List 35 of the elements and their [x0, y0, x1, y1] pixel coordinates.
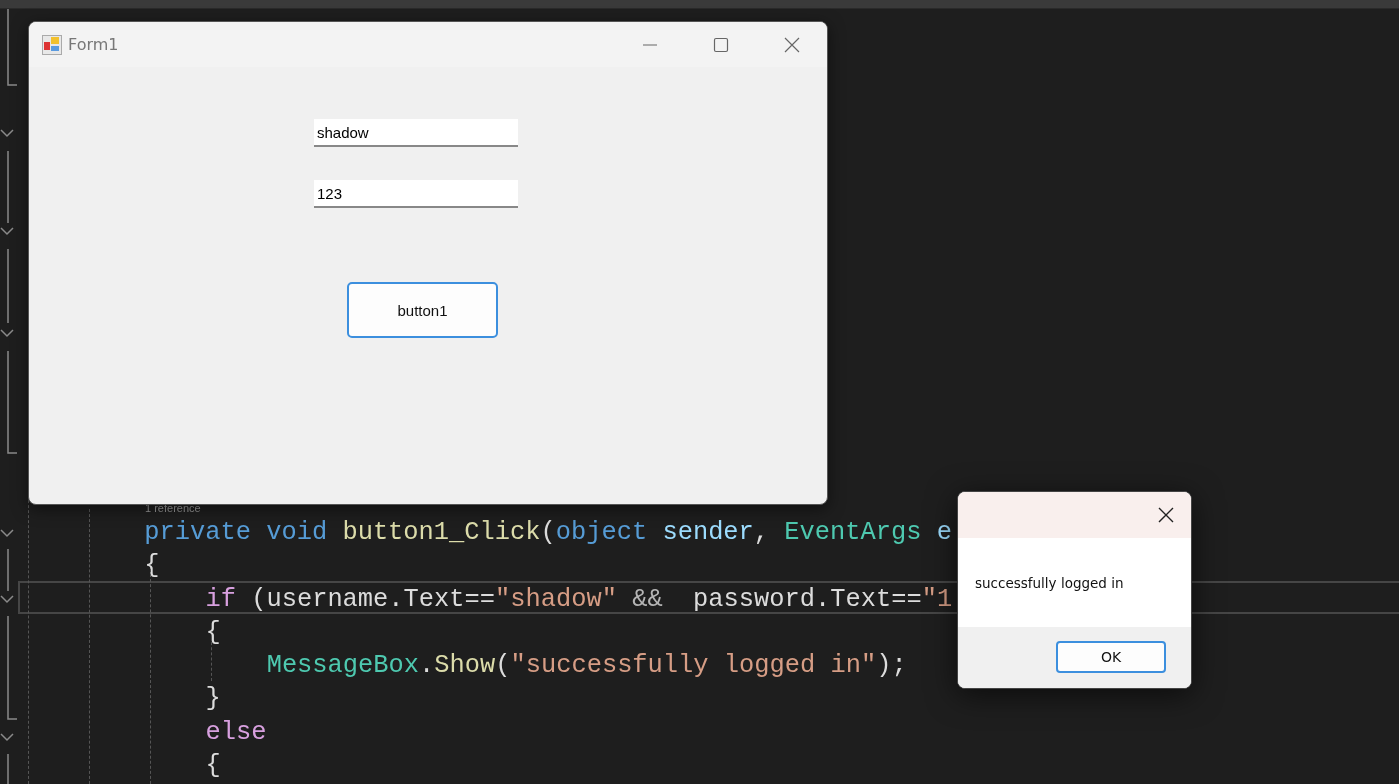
code-token: , — [753, 518, 771, 547]
message-text: successfully logged in — [975, 574, 1124, 591]
code-token: button1_Click — [342, 518, 541, 547]
code-token: private — [144, 518, 252, 547]
code-token: && — [632, 584, 663, 614]
app-icon — [42, 34, 62, 55]
code-token: Show — [434, 651, 496, 681]
ok-button[interactable]: OK — [1056, 641, 1166, 673]
code-token: { — [144, 551, 160, 581]
code-token: ( — [495, 651, 511, 681]
code-token: . — [419, 651, 435, 681]
code-token: ( — [540, 518, 556, 547]
code-token: } — [205, 684, 221, 714]
code-token: "1 — [921, 584, 953, 614]
code-token: e — [936, 518, 952, 547]
code-token: EventArgs — [784, 518, 923, 547]
code-token: object — [555, 518, 649, 547]
code-token: password.Text== — [692, 584, 922, 614]
window-title: Form1 — [68, 35, 119, 54]
code-token: sender — [662, 518, 754, 547]
login-button[interactable]: button1 — [347, 282, 498, 338]
code-token: MessageBox — [266, 651, 419, 681]
password-field[interactable]: 123 — [314, 180, 518, 208]
code-token: { — [205, 617, 221, 647]
code-token: void — [266, 518, 329, 547]
code-token: "successfully logged in" — [510, 651, 877, 681]
maximize-icon[interactable] — [713, 36, 729, 53]
code-token: (username.Text== — [251, 584, 495, 614]
code-token: ); — [876, 651, 907, 681]
code-token: { — [205, 751, 221, 781]
code-token: if — [205, 584, 237, 614]
username-field[interactable]: shadow — [314, 119, 518, 147]
code-token: else — [205, 717, 267, 747]
close-icon[interactable] — [1158, 507, 1174, 523]
code-token: "shadow" — [495, 584, 618, 614]
